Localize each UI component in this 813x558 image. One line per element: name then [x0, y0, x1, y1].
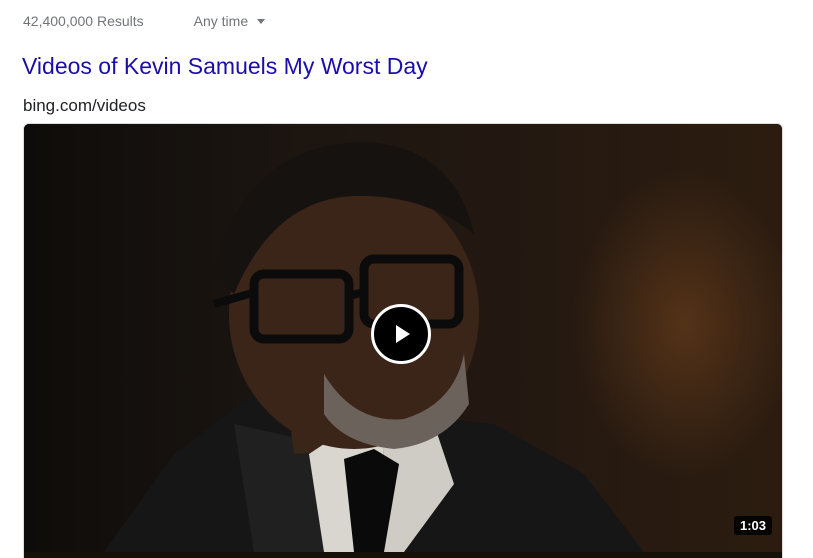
- result-title-link[interactable]: Videos of Kevin Samuels My Worst Day: [22, 53, 428, 80]
- time-filter-label: Any time: [193, 13, 249, 29]
- results-toolbar: 42,400,000 Results Any time: [23, 11, 266, 31]
- time-filter-dropdown[interactable]: Any time: [193, 13, 266, 29]
- search-results-page: 42,400,000 Results Any time Videos of Ke…: [0, 0, 813, 558]
- play-button[interactable]: [371, 304, 431, 364]
- results-count: 42,400,000 Results: [23, 13, 144, 29]
- video-duration-badge: 1:03: [733, 516, 772, 535]
- play-icon: [396, 325, 410, 343]
- video-thumbnail-card[interactable]: 1:03: [23, 123, 783, 558]
- result-source: bing.com/videos: [23, 96, 146, 115]
- caret-down-icon: [257, 18, 266, 24]
